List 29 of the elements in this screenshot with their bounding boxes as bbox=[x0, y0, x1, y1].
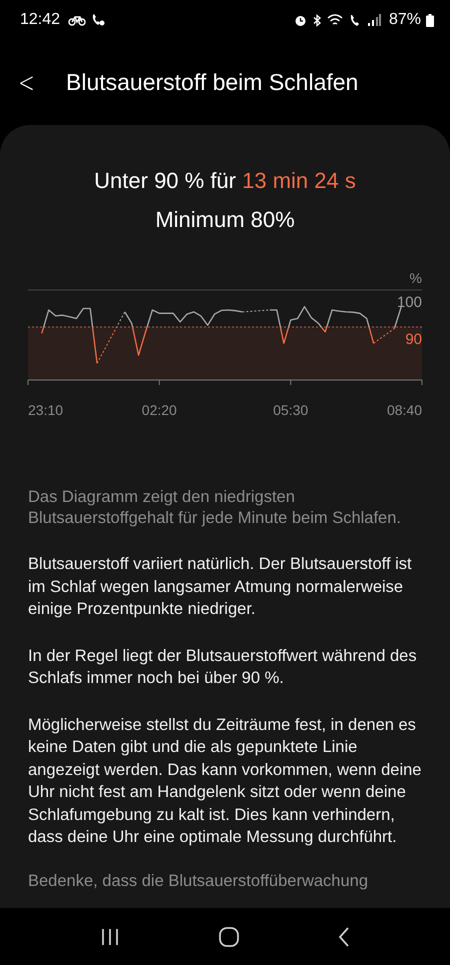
signal-icon bbox=[366, 14, 381, 26]
x-axis-label: 23:10 bbox=[28, 402, 64, 418]
y-axis-label: 100 bbox=[396, 294, 422, 311]
bicycle-icon bbox=[68, 14, 86, 26]
recent-apps-button[interactable] bbox=[100, 928, 120, 946]
wifi-icon bbox=[326, 14, 344, 26]
page-title: Blutsauerstoff beim Schlafen bbox=[66, 69, 358, 96]
info-paragraph: In der Regel liegt der Blutsauerstoffwert während des Schlafs immer noch bei über 90 %. bbox=[27, 646, 418, 689]
bluetooth-icon bbox=[312, 14, 322, 26]
back-nav-button[interactable] bbox=[338, 926, 350, 946]
summary-minimum: Minimum 80% bbox=[154, 206, 296, 234]
info-paragraph: Bedenke, dass die Blutsauerstoffüberwachung bbox=[27, 870, 370, 892]
summary-duration: Unter 90 % für 13 min 24 s bbox=[93, 167, 357, 195]
battery-percentage: 87% bbox=[388, 11, 421, 29]
chart-caption: Das Diagramm zeigt den niedrigsten Blutsauerstoffgehalt für jede Minute beim Schlafen. bbox=[27, 487, 402, 529]
back-button[interactable]: < bbox=[0, 66, 46, 99]
x-axis-label: 08:40 bbox=[386, 402, 422, 418]
info-paragraph: Möglicherweise stellst du Zeiträume fest, in denen es keine Daten gibt und die als gepunktete Linie angezeigt werden. Das kann vorkommen, wenn deine Uhr nicht fest am Handgelenk sitzt oder wenn deine Schlafumgebung zu kalt ist. Dies kann verhindern, dass deine Uhr eine optimale Messung durchführt. bbox=[27, 714, 422, 848]
wifi-call-icon bbox=[91, 13, 106, 27]
home-button[interactable] bbox=[218, 926, 239, 946]
y-axis-label: 90 bbox=[405, 331, 422, 348]
battery-icon bbox=[426, 14, 434, 26]
info-paragraph: Blutsauerstoff variiert natürlich. Der Blutsauerstoff ist im Schlaf wegen langsamer Atmung normalerweise einige Prozentpunkte niedriger. bbox=[27, 554, 413, 620]
x-axis-label: 02:20 bbox=[142, 402, 177, 418]
unit-label: % bbox=[410, 270, 422, 286]
clock: 12:42 bbox=[20, 11, 60, 29]
alarm-icon bbox=[294, 14, 307, 26]
call-icon bbox=[348, 14, 362, 26]
x-axis-label: 05:30 bbox=[273, 402, 308, 418]
